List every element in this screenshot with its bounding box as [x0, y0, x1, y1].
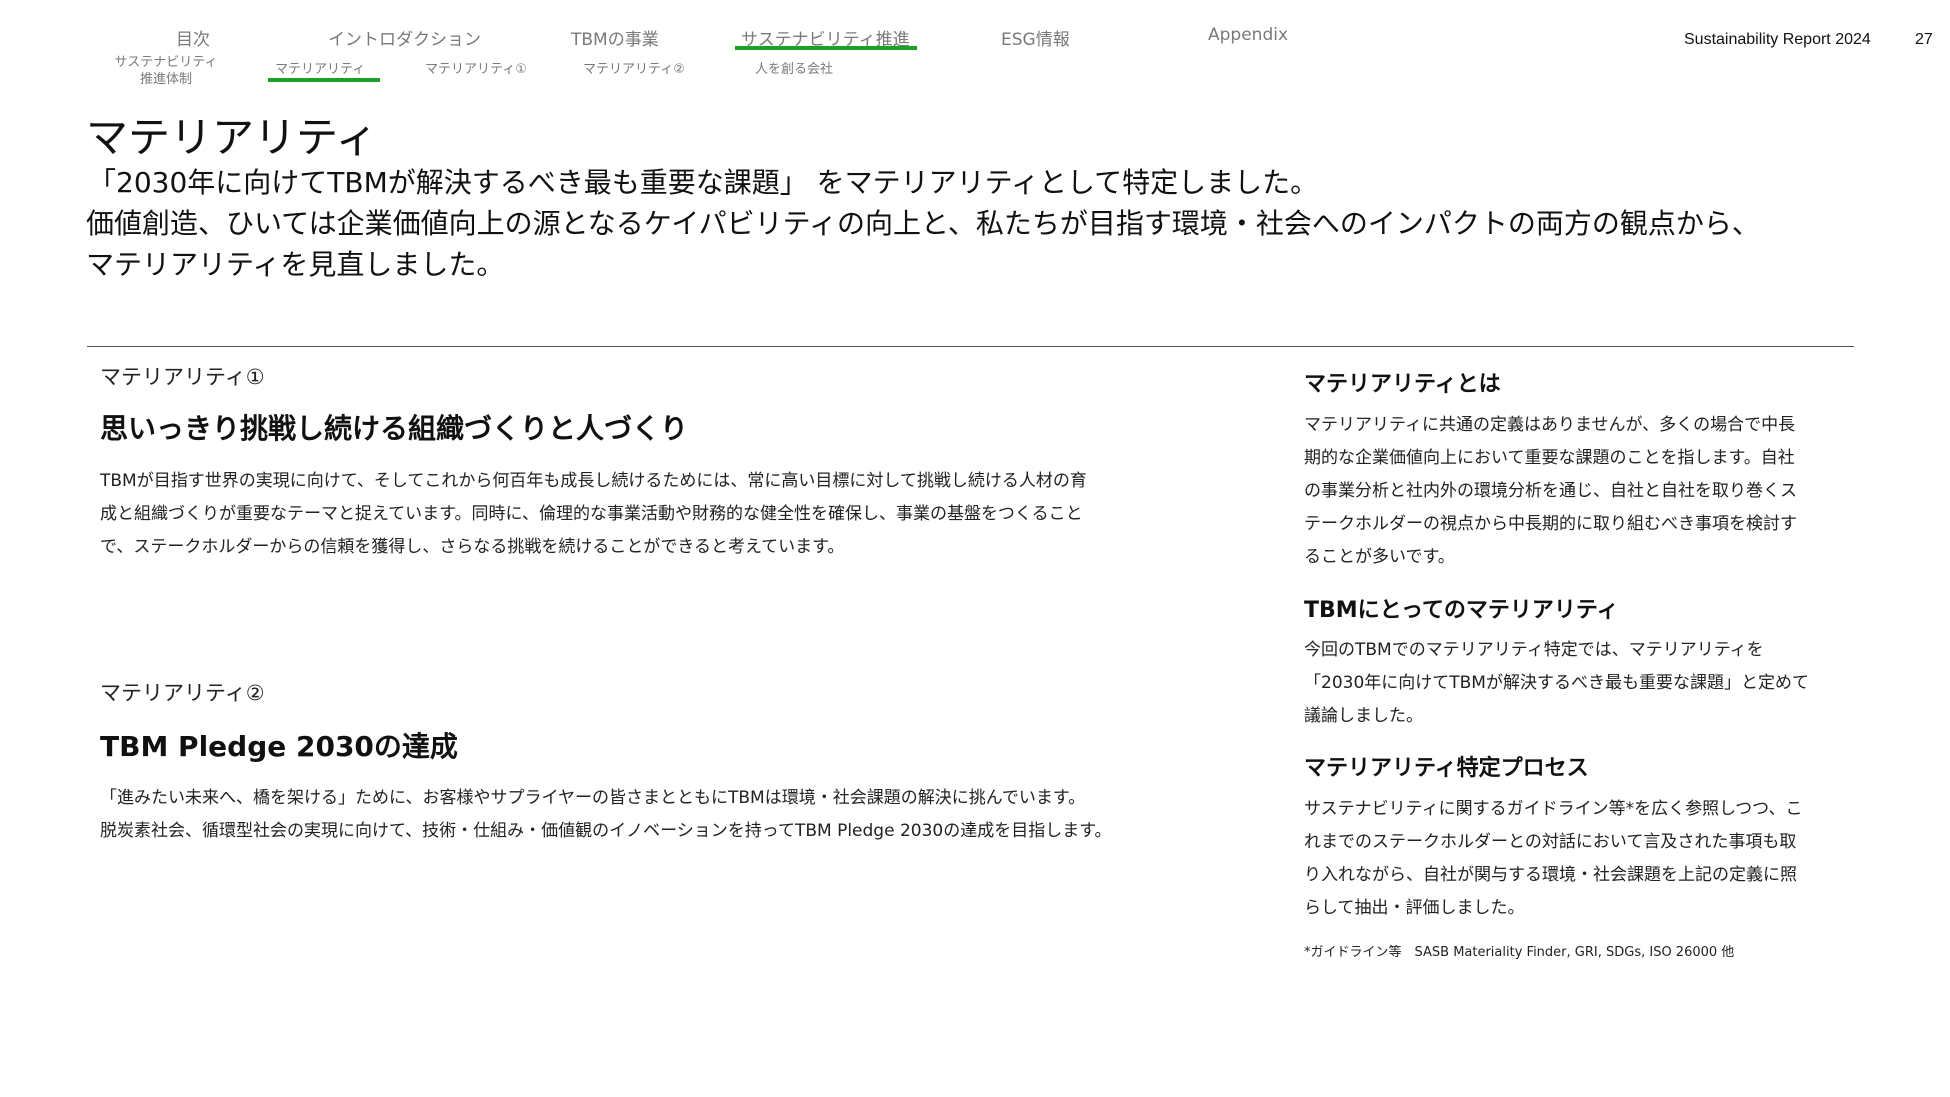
materiality-1-body: TBMが目指す世界の実現に向けて、そしてこれから何百年も成長し続けるためには、常… [100, 465, 1087, 564]
what-is-body-line: ることが多いです。 [1304, 547, 1455, 567]
what-is-body-line: 期的な企業価値向上において重要な課題のことを指します。自社 [1304, 448, 1795, 468]
for-tbm-body-line: 「2030年に向けてTBMが解決するべき最も重要な課題」と定めて [1304, 673, 1809, 693]
nav-tab-introduction[interactable]: イントロダクション [328, 25, 481, 50]
what-is-body: マテリアリティに共通の定義はありませんが、多くの場合で中長 期的な企業価値向上に… [1304, 409, 1950, 574]
nav-tab-appendix[interactable]: Appendix [1208, 25, 1288, 45]
subnav-people-company[interactable]: 人を創る会社 [755, 61, 833, 78]
for-tbm-body-line: 今回のTBMでのマテリアリティ特定では、マテリアリティを [1304, 640, 1764, 660]
materiality-2-body: 「進みたい未来へ、橋を架ける」ために、お客様やサプライヤーの皆さまとともにTBM… [100, 782, 1112, 848]
materiality-1-body-line: で、ステークホルダーからの信頼を獲得し、さらなる挑戦を続けることができると考えて… [100, 537, 845, 557]
section-divider [87, 346, 1854, 347]
page-title: マテリアリティ [86, 113, 378, 162]
process-body: サステナビリティに関するガイドライン等*を広く参照しつつ、こ れまでのステークホ… [1304, 793, 1950, 925]
subnav-active-indicator [268, 78, 380, 82]
nav-tab-contents[interactable]: 目次 [176, 25, 210, 50]
what-is-body-line: の事業分析と社内外の環境分析を通じ、自社と自社を取り巻くス [1304, 481, 1797, 501]
materiality-1-label: マテリアリティ① [100, 365, 265, 389]
guideline-footnote: *ガイドライン等 SASB Materiality Finder, GRI, S… [1304, 945, 1735, 960]
lead-line-2: 価値創造、ひいては企業価値向上の源となるケイパビリティの向上と、私たちが目指す環… [86, 207, 1760, 240]
for-tbm-body-line: 議論しました。 [1304, 706, 1423, 726]
what-is-body-line: テークホルダーの視点から中長期的に取り組むべき事項を検討す [1304, 514, 1797, 534]
nav-tab-esg[interactable]: ESG情報 [1001, 25, 1070, 50]
subnav-materiality[interactable]: マテリアリティ [275, 61, 365, 78]
subnav-materiality-1[interactable]: マテリアリティ① [425, 61, 527, 78]
report-title: Sustainability Report 2024 [1684, 31, 1871, 48]
process-body-line: サステナビリティに関するガイドライン等*を広く参照しつつ、こ [1304, 799, 1803, 819]
materiality-2-body-line: 「進みたい未来へ、橋を架ける」ために、お客様やサプライヤーの皆さまとともにTBM… [100, 788, 1086, 808]
what-is-heading: マテリアリティとは [1304, 372, 1501, 397]
subnav-promotion-system[interactable]: サステナビリティ 推進体制 [108, 54, 224, 88]
materiality-1-body-line: 成と組織づくりが重要なテーマと捉えています。同時に、倫理的な事業活動や財務的な健… [100, 504, 1083, 524]
materiality-2-heading: TBM Pledge 2030の達成 [100, 730, 458, 763]
materiality-1-heading: 思いっきり挑戦し続ける組織づくりと人づくり [100, 412, 689, 445]
materiality-2-body-line: 脱炭素社会、循環型社会の実現に向けて、技術・仕組み・価値観のイノベーションを持っ… [100, 821, 1112, 841]
materiality-2-label: マテリアリティ② [100, 681, 265, 705]
materiality-1-body-line: TBMが目指す世界の実現に向けて、そしてこれから何百年も成長し続けるためには、常… [100, 471, 1087, 491]
page-number: 27 [1915, 31, 1933, 48]
subnav-materiality-2[interactable]: マテリアリティ② [583, 61, 685, 78]
process-body-line: り入れながら、自社が関与する環境・社会課題を上記の定義に照 [1304, 865, 1797, 885]
what-is-body-line: マテリアリティに共通の定義はありませんが、多くの場合で中長 [1304, 415, 1796, 435]
process-heading: マテリアリティ特定プロセス [1304, 756, 1589, 781]
lead-line-1: 「2030年に向けてTBMが解決するべき最も重要な課題」 をマテリアリティとして… [88, 166, 1319, 199]
process-body-line: れまでのステークホルダーとの対話において言及された事項も取 [1304, 832, 1797, 852]
nav-tab-active-indicator [735, 46, 917, 50]
for-tbm-heading: TBMにとってのマテリアリティ [1304, 598, 1619, 623]
lead-line-3: マテリアリティを見直しました。 [86, 248, 505, 281]
nav-tab-business[interactable]: TBMの事業 [571, 25, 659, 50]
process-body-line: らして抽出・評価しました。 [1304, 898, 1525, 918]
for-tbm-body: 今回のTBMでのマテリアリティ特定では、マテリアリティを 「2030年に向けてT… [1304, 634, 1950, 733]
